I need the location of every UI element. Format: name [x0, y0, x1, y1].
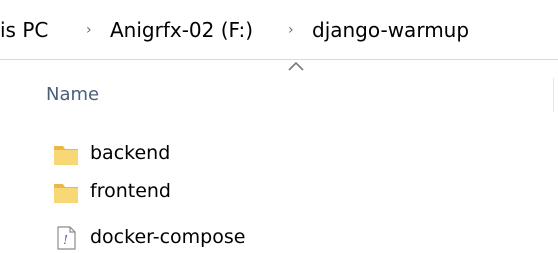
breadcrumb-chevron-icon[interactable]: › [288, 16, 294, 44]
sort-ascending-icon [288, 61, 304, 71]
breadcrumb-chevron-icon[interactable]: › [86, 16, 92, 44]
list-item[interactable]: backend [40, 136, 540, 172]
breadcrumb-item-drive[interactable]: Anigrfx-02 (F:) [110, 16, 253, 44]
address-bar[interactable]: is PC › Anigrfx-02 (F:) › django-warmup [0, 0, 558, 60]
folder-icon [54, 184, 78, 203]
column-divider[interactable] [553, 78, 554, 112]
breadcrumb-item-folder[interactable]: django-warmup [312, 16, 469, 44]
breadcrumb-item-this-pc[interactable]: is PC [0, 16, 48, 44]
list-item[interactable]: ! docker-compose [40, 220, 540, 253]
column-header-name[interactable]: Name [46, 82, 99, 108]
folder-icon [54, 146, 78, 165]
list-item[interactable]: frontend [40, 174, 540, 210]
file-name: docker-compose [90, 226, 246, 248]
file-name: frontend [90, 180, 171, 202]
yaml-file-icon: ! [57, 226, 76, 250]
file-explorer-window: is PC › Anigrfx-02 (F:) › django-warmup … [0, 0, 558, 253]
svg-text:!: ! [63, 233, 68, 247]
file-name: backend [90, 142, 171, 164]
